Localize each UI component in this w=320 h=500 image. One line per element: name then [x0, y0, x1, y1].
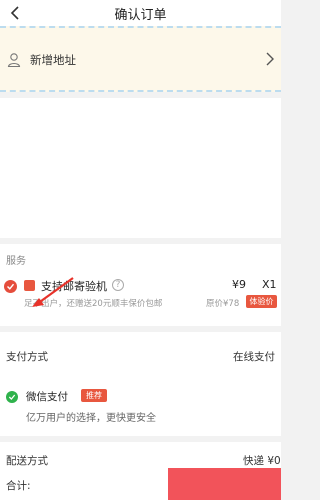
- original-price: 原价¥78: [206, 299, 240, 309]
- submit-order-button[interactable]: [168, 468, 281, 500]
- header-bar: 确认订单: [0, 0, 281, 26]
- page-title: 确认订单: [114, 8, 167, 23]
- payment-section: 支付方式 在线支付 微信支付 推荐 亿万用户的选择，更快更安全: [0, 332, 281, 436]
- question-icon[interactable]: ?: [112, 279, 124, 291]
- add-address-label: 新增地址: [30, 53, 76, 67]
- add-address-row[interactable]: 新增地址: [0, 26, 281, 92]
- shop-tag-icon: [24, 280, 35, 291]
- recommend-badge: 推荐: [81, 389, 107, 402]
- service-checkbox[interactable]: [4, 280, 17, 293]
- service-quantity: X1: [262, 278, 277, 291]
- service-description: 足不出户，还赠送20元顺丰保价包邮: [24, 299, 163, 309]
- product-card: [0, 98, 281, 238]
- wechat-check-icon[interactable]: [6, 391, 18, 403]
- payment-method-label: 支付方式: [6, 351, 48, 363]
- bottom-bar: 合计:: [0, 468, 281, 500]
- trial-price-badge: 体验价: [246, 295, 277, 308]
- service-section: 服务 支持邮寄验机 ? ¥9 X1 足不出户，还赠送20元顺丰保价包邮 原价¥7…: [0, 244, 281, 326]
- total-label: 合计:: [6, 480, 31, 492]
- service-name: 支持邮寄验机: [41, 280, 107, 293]
- delivery-method-label: 配送方式: [6, 455, 48, 467]
- wechat-pay-label[interactable]: 微信支付: [26, 389, 68, 404]
- checkmark-icon: [7, 283, 15, 290]
- person-location-icon: [7, 53, 21, 68]
- checkmark-icon: [8, 394, 16, 400]
- service-section-label: 服务: [6, 256, 26, 267]
- delivery-method-value: 快递 ¥0: [243, 455, 281, 467]
- payment-method-value[interactable]: 在线支付: [233, 349, 275, 364]
- service-price: ¥9: [232, 278, 246, 291]
- wechat-pay-description: 亿万用户的选择，更快更安全: [26, 413, 156, 424]
- chevron-right-icon: [266, 52, 274, 66]
